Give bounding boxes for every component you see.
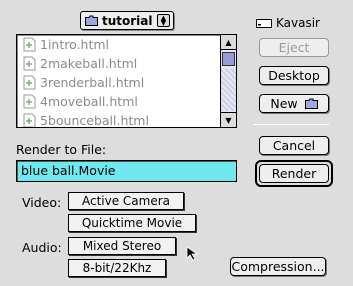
list-item[interactable]: 2makeball.html xyxy=(17,54,222,73)
document-icon xyxy=(23,75,36,90)
scroll-down-arrow-icon[interactable]: ▼ xyxy=(221,112,236,127)
list-item[interactable]: 1intro.html xyxy=(17,35,222,54)
desktop-button-label: Desktop xyxy=(268,68,320,83)
audio-label: Audio: xyxy=(22,240,62,255)
render-filename-value: blue ball.Movie xyxy=(21,163,116,178)
compression-button[interactable]: Compression... xyxy=(230,257,326,276)
file-name: 1intro.html xyxy=(40,37,109,52)
compression-button-label: Compression... xyxy=(231,259,325,274)
folder-popup[interactable]: tutorial ▲ ▼ xyxy=(80,11,174,30)
new-folder-icon xyxy=(304,98,318,109)
eject-button-label: Eject xyxy=(278,40,310,55)
cancel-button-label: Cancel xyxy=(272,138,316,153)
desktop-button[interactable]: Desktop xyxy=(259,66,329,85)
video-format-label: Quicktime Movie xyxy=(81,216,183,230)
document-icon xyxy=(23,56,36,71)
video-source-button[interactable]: Active Camera xyxy=(68,192,184,210)
audio-format-label: 8-bit/22Khz xyxy=(82,261,152,275)
folder-icon xyxy=(85,15,98,26)
file-list[interactable]: 1intro.html 2makeball.html 3renderball.h… xyxy=(16,34,237,128)
file-name: 5bounceball.html xyxy=(40,113,149,128)
video-format-button[interactable]: Quicktime Movie xyxy=(68,214,196,232)
mouse-pointer-icon xyxy=(186,246,199,261)
volume-indicator: Kavasir xyxy=(256,16,320,30)
list-item[interactable]: 4moveball.html xyxy=(17,92,222,111)
render-button-label: Render xyxy=(271,166,317,181)
render-button[interactable]: Render xyxy=(255,160,333,187)
document-icon xyxy=(23,94,36,109)
hard-disk-icon xyxy=(256,18,272,28)
document-icon xyxy=(23,113,36,127)
popup-arrows-icon: ▲ ▼ xyxy=(157,14,170,27)
new-folder-button[interactable]: New xyxy=(259,94,329,113)
document-icon xyxy=(23,37,36,52)
audio-format-button[interactable]: 8-bit/22Khz xyxy=(68,259,166,277)
file-name: 2makeball.html xyxy=(40,56,138,71)
render-to-file-label: Render to File: xyxy=(16,142,107,157)
list-item[interactable]: 3renderball.html xyxy=(17,73,222,92)
list-item[interactable]: 5bounceball.html xyxy=(17,111,222,128)
file-list-scrollbar[interactable]: ▲ ▼ xyxy=(220,35,236,127)
folder-popup-label: tutorial xyxy=(102,13,153,28)
volume-name: Kavasir xyxy=(276,16,320,30)
audio-mix-button[interactable]: Mixed Stereo xyxy=(68,237,176,255)
audio-mix-label: Mixed Stereo xyxy=(82,239,162,253)
new-folder-button-label: New xyxy=(270,96,298,111)
file-name: 4moveball.html xyxy=(40,94,138,109)
video-label: Video: xyxy=(22,195,62,210)
cancel-button[interactable]: Cancel xyxy=(259,136,329,155)
render-filename-field[interactable]: blue ball.Movie xyxy=(16,160,237,182)
eject-button[interactable]: Eject xyxy=(259,38,329,57)
scroll-track[interactable] xyxy=(221,69,236,111)
video-source-label: Active Camera xyxy=(81,194,171,208)
scroll-thumb[interactable] xyxy=(222,52,235,66)
file-list-items: 1intro.html 2makeball.html 3renderball.h… xyxy=(17,35,222,128)
file-name: 3renderball.html xyxy=(40,75,145,90)
button-separator xyxy=(253,124,329,125)
scroll-up-arrow-icon[interactable]: ▲ xyxy=(221,35,236,50)
